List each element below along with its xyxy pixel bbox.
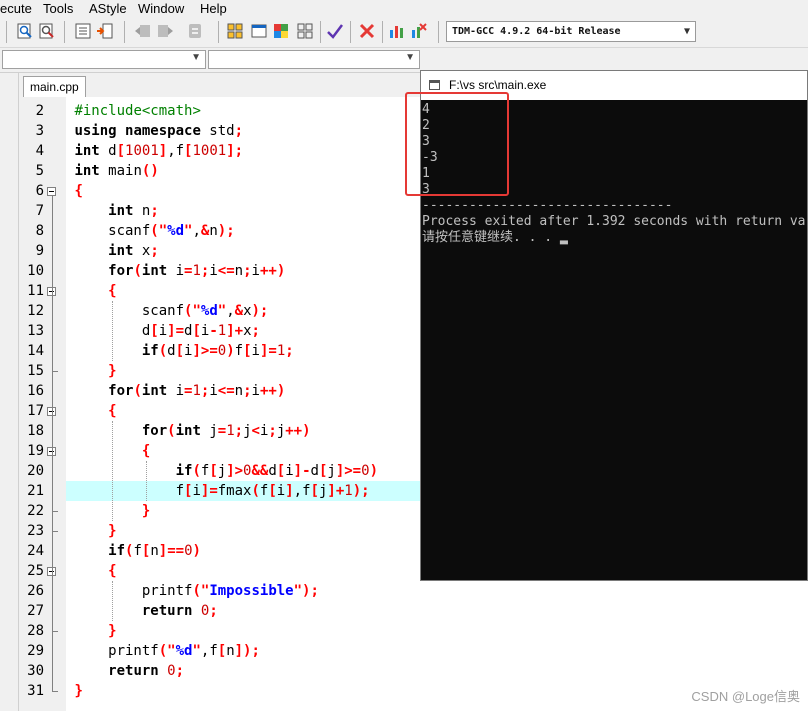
- line-number: 3: [35, 123, 44, 139]
- toolbar-separator: [64, 21, 65, 43]
- line-number: 15: [27, 363, 44, 379]
- console-line: --------------------------------: [422, 198, 673, 213]
- line-number: 8: [35, 223, 44, 239]
- line-number: 29: [27, 643, 44, 659]
- function-dropdown[interactable]: ▼: [208, 50, 420, 69]
- code-line[interactable]: printf("%d",f[n]);: [66, 641, 808, 661]
- menu-execute[interactable]: ecute: [0, 1, 32, 16]
- indent-guide: [112, 301, 113, 361]
- chevron-down-icon: ▼: [405, 52, 415, 63]
- menu-astyle[interactable]: AStyle: [89, 1, 127, 16]
- line-number: 19: [27, 443, 44, 459]
- line-number: 10: [27, 263, 44, 279]
- console-line: Process exited after 1.392 seconds with …: [422, 214, 806, 229]
- compiler-select[interactable]: TDM-GCC 4.9.2 64-bit Release ▼: [446, 21, 696, 42]
- toolbar-separator: [382, 21, 383, 43]
- line-number: 12: [27, 303, 44, 319]
- indent-icon[interactable]: [74, 22, 92, 40]
- line-number: 17: [27, 403, 44, 419]
- toolbar-separator: [350, 21, 351, 43]
- line-number: 30: [27, 663, 44, 679]
- line-number: 9: [35, 243, 44, 259]
- compile-log-icon[interactable]: [186, 22, 204, 40]
- code-line[interactable]: return 0;: [66, 661, 808, 681]
- line-number: 25: [27, 563, 44, 579]
- fold-toggle-icon[interactable]: [47, 187, 56, 196]
- goto-line-icon[interactable]: [96, 22, 114, 40]
- line-number: 31: [27, 683, 44, 699]
- line-number: 26: [27, 583, 44, 599]
- menu-help[interactable]: Help: [200, 1, 227, 16]
- bookmark-back-icon[interactable]: [134, 22, 152, 40]
- chevron-down-icon: ▼: [191, 52, 201, 63]
- toolbar-separator: [124, 21, 125, 43]
- indent-guide: [112, 421, 113, 521]
- line-number: 13: [27, 323, 44, 339]
- line-number: 27: [27, 603, 44, 619]
- window-icon[interactable]: [250, 22, 268, 40]
- profile-stop-icon[interactable]: [410, 22, 428, 40]
- code-line[interactable]: return 0;: [66, 601, 808, 621]
- watermark: CSDN @Loge信奥: [691, 689, 800, 704]
- line-number: 5: [35, 163, 44, 179]
- chart-icon[interactable]: [388, 22, 406, 40]
- output-highlight-box: [405, 92, 509, 196]
- code-line[interactable]: }: [66, 621, 808, 641]
- class-dropdown[interactable]: ▼: [2, 50, 206, 69]
- project-panel-strip: [0, 73, 19, 711]
- line-number: 16: [27, 383, 44, 399]
- line-number: 4: [35, 143, 44, 159]
- indent-guide: [112, 581, 113, 621]
- replace-icon[interactable]: [38, 22, 56, 40]
- line-number: 7: [35, 203, 44, 219]
- line-number: 11: [27, 283, 44, 299]
- line-number: 14: [27, 343, 44, 359]
- chevron-down-icon: ▼: [683, 26, 690, 37]
- menu-tools[interactable]: Tools: [43, 1, 73, 16]
- color-palette-icon[interactable]: [272, 22, 290, 40]
- line-number-gutter: 2 3 4 5 6 7 8 9 10 11 12 13 14 15 16 17 18 19 20 21 22 23 24 25…: [19, 97, 66, 711]
- console-line: 请按任意键继续. . . ▂: [422, 230, 568, 245]
- line-number: 2: [35, 103, 44, 119]
- line-number: 21: [27, 483, 44, 499]
- grid-layout-icon[interactable]: [226, 22, 244, 40]
- line-number: 24: [27, 543, 44, 559]
- fold-end-marker: [52, 691, 58, 692]
- line-number: 18: [27, 423, 44, 439]
- indent-guide: [146, 461, 147, 501]
- menu-window[interactable]: Window: [138, 1, 184, 16]
- toolbar-separator: [320, 21, 321, 43]
- bookmark-forward-icon[interactable]: [156, 22, 174, 40]
- compiler-select-value: TDM-GCC 4.9.2 64-bit Release: [452, 26, 621, 37]
- check-syntax-icon[interactable]: [326, 22, 344, 40]
- console-window-icon: [429, 80, 440, 90]
- line-number: 6: [35, 183, 44, 199]
- tile-windows-icon[interactable]: [296, 22, 314, 40]
- close-icon[interactable]: [358, 22, 376, 40]
- tab-main-cpp[interactable]: main.cpp: [23, 76, 86, 97]
- line-number: 22: [27, 503, 44, 519]
- line-number: 20: [27, 463, 44, 479]
- toolbar: TDM-GCC 4.9.2 64-bit Release ▼: [0, 17, 808, 48]
- menu-bar: ecute Tools AStyle Window Help: [0, 0, 808, 17]
- fold-line: [52, 196, 53, 691]
- toolbar-separator: [438, 21, 439, 43]
- code-line[interactable]: printf("Impossible");: [66, 581, 808, 601]
- find-icon[interactable]: [16, 22, 34, 40]
- line-number: 28: [27, 623, 44, 639]
- toolbar-separator: [6, 21, 7, 43]
- toolbar-separator: [218, 21, 219, 43]
- line-number: 23: [27, 523, 44, 539]
